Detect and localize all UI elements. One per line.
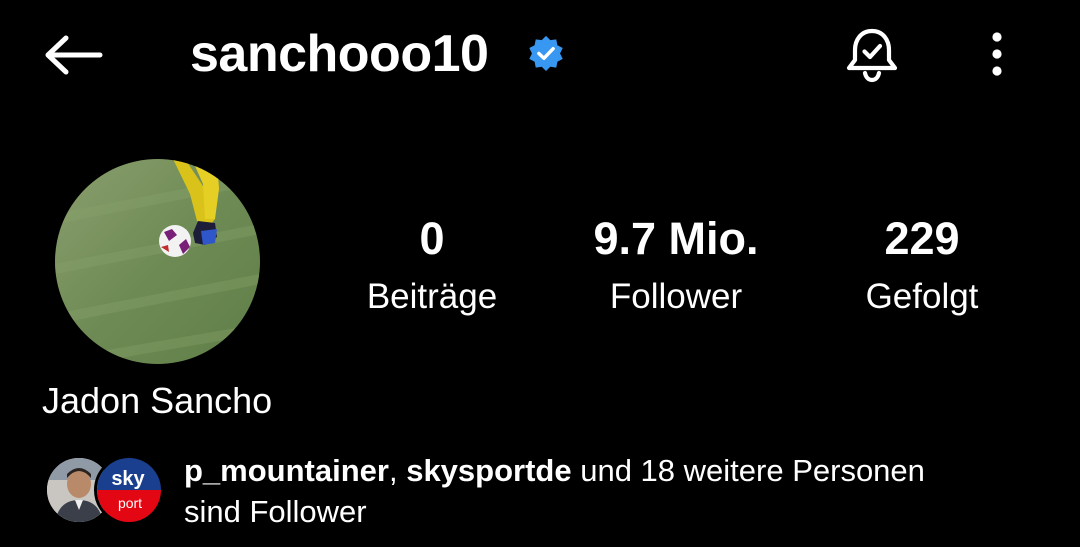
profile-avatar[interactable]	[55, 159, 260, 364]
stat-following-label: Gefolgt	[865, 277, 979, 316]
more-vertical-icon	[992, 32, 1002, 76]
stat-posts[interactable]: 0 Beiträge	[322, 212, 542, 318]
mutual-user-link[interactable]: p_mountainer	[184, 453, 389, 488]
stat-posts-count: 0	[419, 213, 445, 264]
stat-following[interactable]: 229 Gefolgt	[812, 212, 1032, 318]
more-options-button[interactable]	[978, 26, 1016, 82]
sky-logo-text: sky	[111, 468, 145, 490]
mutual-avatar-skysportde: sky port	[94, 455, 164, 525]
profile-full-name: Jadon Sancho	[42, 380, 273, 421]
back-arrow-icon	[45, 35, 103, 75]
mutual-line2: sind Follower	[184, 494, 367, 529]
verified-badge-icon	[527, 34, 565, 72]
mutual-rest-text: und 18 weitere Personen	[571, 453, 925, 488]
mutual-followers-text[interactable]: p_mountainer, skysportde und 18 weitere …	[184, 450, 1044, 532]
sport-logo-text: port	[118, 495, 142, 511]
stat-following-count: 229	[884, 213, 960, 264]
stat-posts-label: Beiträge	[366, 277, 498, 316]
profile-username: sanchooo10	[190, 25, 489, 83]
mutual-user-link[interactable]: skysportde	[406, 453, 571, 488]
stat-followers-count: 9.7 Mio.	[593, 213, 759, 264]
mutual-followers-avatars[interactable]: sky port	[44, 455, 164, 525]
stat-followers-label: Follower	[609, 277, 743, 316]
mutual-separator: ,	[388, 453, 407, 488]
back-button[interactable]	[40, 28, 106, 82]
notification-bell-button[interactable]	[842, 22, 902, 84]
stat-followers[interactable]: 9.7 Mio. Follower	[566, 212, 786, 318]
bell-notification-icon	[846, 28, 898, 83]
